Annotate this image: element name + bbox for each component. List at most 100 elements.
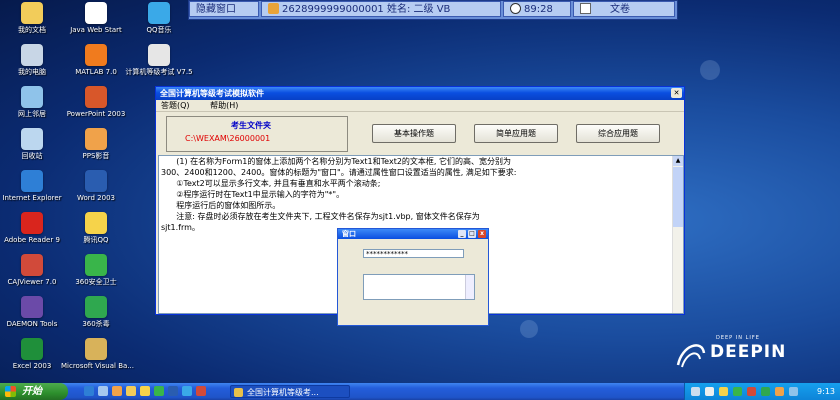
ie-icon <box>21 170 43 192</box>
menu-bar: 答题(Q) 帮助(H) <box>156 100 684 112</box>
desktop-icon-label: 我的文档 <box>18 26 46 34</box>
exam-window: 全国计算机等级考试模拟软件 ✕ 答题(Q) 帮助(H) 考生文件夹 C:\WEX… <box>155 86 685 326</box>
paper-text: 文卷 <box>610 4 630 15</box>
question-text: (1) 在名称为Form1的窗体上添加两个名称分别为Text1和Text2的文本… <box>159 156 683 233</box>
desktop-icon-cajviewer[interactable]: CAJViewer 7.0 <box>0 254 67 286</box>
quicklaunch-desktop-icon[interactable] <box>98 386 108 396</box>
folder-label: 考生文件夹 <box>231 121 271 130</box>
menu-answer[interactable]: 答题(Q) <box>161 101 190 110</box>
scroll-up-icon[interactable]: ▲ <box>673 156 683 166</box>
menu-help[interactable]: 帮助(H) <box>210 101 238 110</box>
excel-icon <box>21 338 43 360</box>
360-safe-icon <box>85 254 107 276</box>
quicklaunch-folder-icon[interactable] <box>126 386 136 396</box>
desktop-icon-ie[interactable]: Internet Explorer <box>0 170 67 202</box>
desktop-icon-label: 360杀毒 <box>82 320 110 328</box>
question-line: (1) 在名称为Form1的窗体上添加两个名称分别为Text1和Text2的文本… <box>161 157 512 166</box>
taskbar-item-exam[interactable]: 全国计算机等级考... <box>230 385 350 398</box>
tray-qq-icon[interactable] <box>719 387 728 396</box>
powerpoint-icon <box>85 86 107 108</box>
tray-app-icon[interactable] <box>789 387 798 396</box>
matlab-icon <box>85 44 107 66</box>
desktop-icon-my-documents[interactable]: 我的文档 <box>0 2 67 34</box>
desktop-icon-label: PowerPoint 2003 <box>66 110 126 118</box>
quicklaunch-app-icon[interactable] <box>196 386 206 396</box>
window-titlebar[interactable]: 全国计算机等级考试模拟软件 ✕ <box>156 87 684 100</box>
textbox-scrollbar <box>465 275 474 299</box>
quicklaunch-media-icon[interactable] <box>112 386 122 396</box>
exam-toolbar: 隐藏窗口 2628999999000001 姓名: 二级 VB 89:28 文卷 <box>188 0 678 20</box>
paper-button[interactable]: 文卷 <box>573 1 675 17</box>
desktop-icon-360-safe[interactable]: 360安全卫士 <box>61 254 131 286</box>
desktop-icon-powerpoint[interactable]: PowerPoint 2003 <box>61 86 131 118</box>
vertical-scrollbar[interactable]: ▲ <box>672 156 683 313</box>
daemon-tools-icon <box>21 296 43 318</box>
system-tray: 9:13 <box>684 383 840 400</box>
java-web-start-icon <box>85 2 107 24</box>
quicklaunch-ie-icon[interactable] <box>84 386 94 396</box>
tray-360-icon[interactable] <box>733 387 742 396</box>
tray-ime-icon[interactable] <box>747 387 756 396</box>
start-button[interactable]: 开始 <box>0 383 68 400</box>
deepin-tagline: DEEP IN LIFE <box>716 335 760 341</box>
wallpaper-bubble <box>700 60 720 80</box>
tray-network-icon[interactable] <box>691 387 700 396</box>
clock: 9:13 <box>817 387 835 396</box>
clock-icon <box>510 3 521 14</box>
desktop-icon-label: Word 2003 <box>76 194 116 202</box>
quicklaunch-qq-icon[interactable] <box>140 386 150 396</box>
desktop-icon-daemon-tools[interactable]: DAEMON Tools <box>0 296 67 328</box>
desktop-icon-vb[interactable]: Microsoft Visual Ba... <box>61 338 134 370</box>
quicklaunch-word-icon[interactable] <box>168 386 178 396</box>
paper-icon <box>580 3 591 14</box>
desktop-icon-label: Java Web Start <box>70 26 122 34</box>
qq-music-icon <box>148 2 170 24</box>
desktop-icon-label: QQ音乐 <box>146 26 172 34</box>
demo-title: 窗口 <box>342 230 356 238</box>
desktop-icon-matlab[interactable]: MATLAB 7.0 <box>61 44 131 76</box>
desktop-icon-excel[interactable]: Excel 2003 <box>0 338 67 370</box>
windows-flag-icon <box>5 386 16 397</box>
desktop-icon-360-antivirus[interactable]: 360杀毒 <box>61 296 131 328</box>
desktop-icon-network[interactable]: 网上邻居 <box>0 86 67 118</box>
close-icon[interactable]: ✕ <box>671 88 682 98</box>
desktop-icon-label: Microsoft Visual Ba... <box>61 362 134 370</box>
exam-app-icon <box>234 388 243 397</box>
desktop-icon-qq-music[interactable]: QQ音乐 <box>124 2 194 34</box>
desktop-icon-label: Adobe Reader 9 <box>4 236 60 244</box>
comprehensive-question-button[interactable]: 综合应用题 <box>576 124 660 143</box>
simple-app-question-button[interactable]: 简单应用题 <box>474 124 558 143</box>
desktop-icon-adobe-reader[interactable]: Adobe Reader 9 <box>0 212 67 244</box>
desktop-icon-java-web-start[interactable]: Java Web Start <box>61 2 131 34</box>
deepin-wordmark: DEEPIN <box>710 342 787 362</box>
desktop-icon-label: Internet Explorer <box>2 194 62 202</box>
taskbar: 开始 全国计算机等级考... 9:13 <box>0 383 840 400</box>
desktop-icon-label: PPS影音 <box>82 152 110 160</box>
timer: 89:28 <box>503 1 571 17</box>
folder-path: C:\WEXAM\26000001 <box>185 134 271 143</box>
quicklaunch-360-icon[interactable] <box>154 386 164 396</box>
tray-volume-icon[interactable] <box>705 387 714 396</box>
desktop-icon-label: MATLAB 7.0 <box>75 68 117 76</box>
quicklaunch-music-icon[interactable] <box>182 386 192 396</box>
scroll-thumb[interactable] <box>673 167 683 227</box>
desktop-icon-pps[interactable]: PPS影音 <box>61 128 131 160</box>
desktop-icon-exam-sim[interactable]: 计算机等级考试 V7.5 <box>124 44 194 76</box>
deepin-swirl-icon <box>676 344 706 368</box>
desktop-icon-my-computer[interactable]: 我的电脑 <box>0 44 67 76</box>
desktop-icon-word[interactable]: Word 2003 <box>61 170 131 202</box>
question-line: 注意: 存盘时必须存放在考生文件夹下, 工程文件名保存为sjt1.vbp, 窗体… <box>161 212 480 221</box>
candidate-info: 2628999999000001 姓名: 二级 VB <box>261 1 501 17</box>
minimize-icon: _ <box>458 230 466 238</box>
desktop-icon-label: 回收站 <box>21 152 43 160</box>
basic-question-button[interactable]: 基本操作题 <box>372 124 456 143</box>
desktop-icon-qq[interactable]: 腾讯QQ <box>61 212 131 244</box>
desktop-icon-recycle-bin[interactable]: 回收站 <box>0 128 67 160</box>
wallpaper-bubble <box>520 320 538 338</box>
tray-shield-icon[interactable] <box>761 387 770 396</box>
timer-text: 89:28 <box>524 4 553 15</box>
word-icon <box>85 170 107 192</box>
cajviewer-icon <box>21 254 43 276</box>
hide-window-button[interactable]: 隐藏窗口 <box>189 1 259 17</box>
tray-update-icon[interactable] <box>775 387 784 396</box>
